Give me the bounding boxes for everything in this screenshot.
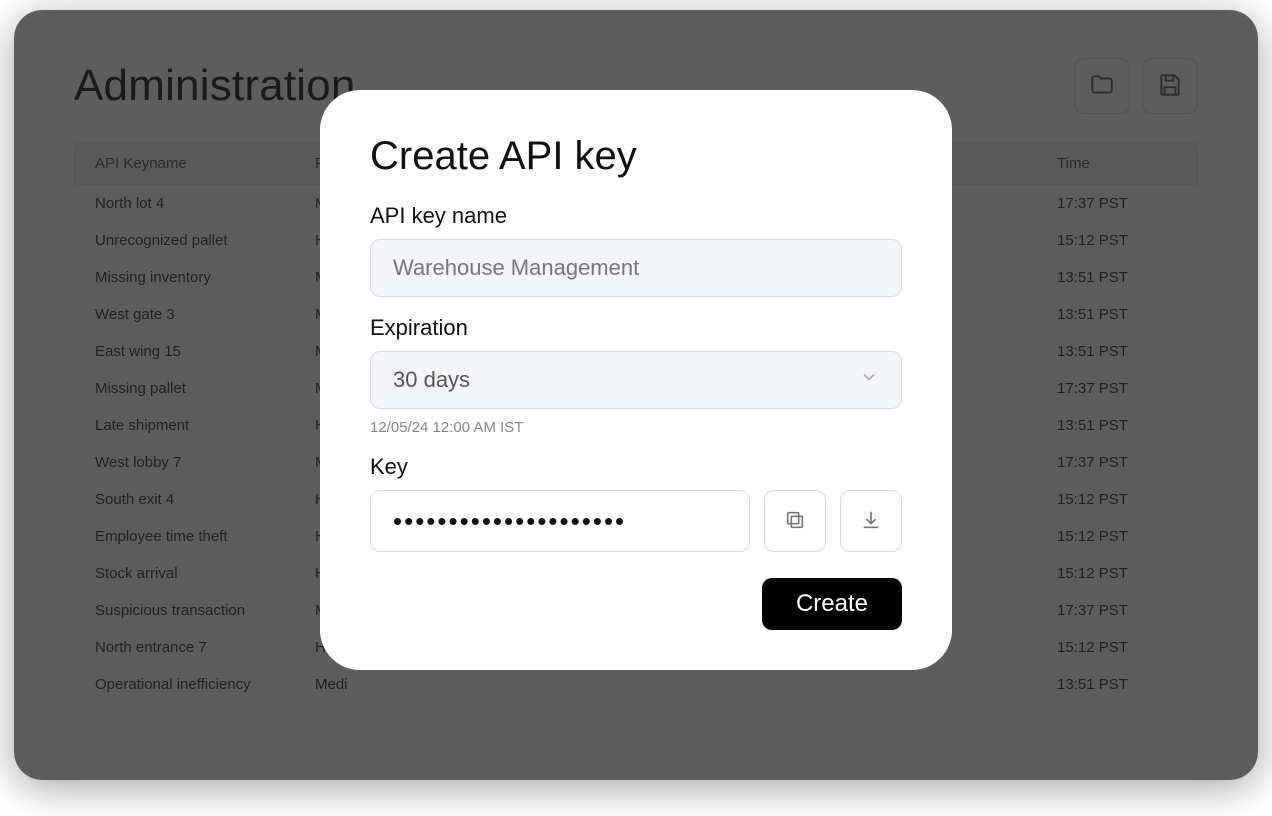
copy-icon	[784, 509, 806, 534]
key-row: •••••••••••••••••••••	[370, 490, 902, 552]
api-key-field[interactable]: •••••••••••••••••••••	[370, 490, 750, 552]
expiration-label: Expiration	[370, 315, 902, 341]
copy-key-button[interactable]	[764, 490, 826, 552]
api-key-name-label: API key name	[370, 203, 902, 229]
expiration-select[interactable]: 30 days	[370, 351, 902, 409]
download-key-button[interactable]	[840, 490, 902, 552]
key-label: Key	[370, 454, 902, 480]
api-key-name-input[interactable]	[370, 239, 902, 297]
admin-window: Administration API Keyname Pr Time North…	[14, 10, 1258, 780]
create-button[interactable]: Create	[762, 578, 902, 630]
expiration-value: 30 days	[393, 367, 470, 393]
download-icon	[860, 509, 882, 534]
modal-title: Create API key	[370, 134, 902, 179]
chevron-down-icon	[859, 367, 879, 393]
create-api-key-modal: Create API key API key name Expiration 3…	[320, 90, 952, 670]
modal-footer: Create	[370, 578, 902, 630]
expiration-helper-text: 12/05/24 12:00 AM IST	[370, 419, 902, 436]
